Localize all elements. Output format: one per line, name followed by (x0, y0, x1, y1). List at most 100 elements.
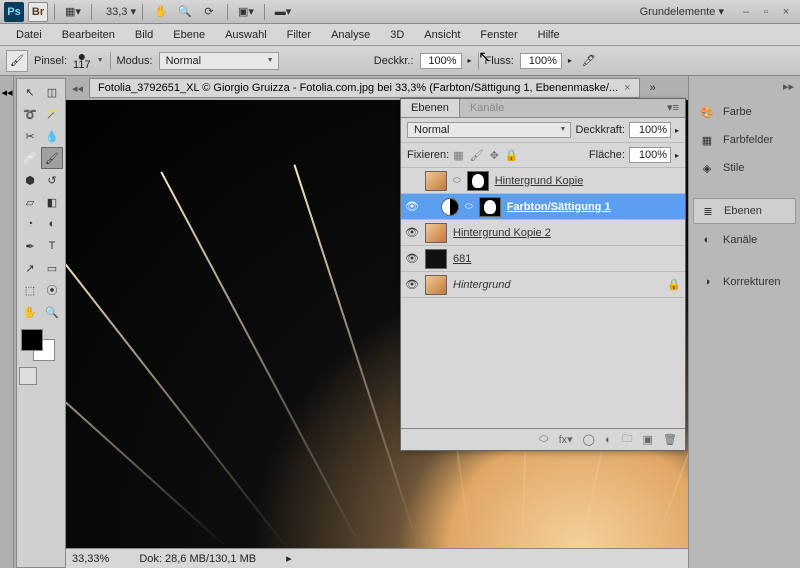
visibility-icon[interactable]: 👁 (405, 278, 419, 291)
hand-tool-icon[interactable]: ✋ (19, 301, 41, 323)
dock-channels[interactable]: ◐Kanäle (689, 226, 800, 254)
close-icon[interactable]: × (778, 5, 794, 19)
hand-icon[interactable]: ✋ (149, 2, 173, 22)
shape-tool-icon[interactable]: ▭ (41, 257, 63, 279)
airbrush-icon[interactable]: 🖊 (578, 50, 600, 72)
layers-panel[interactable]: Ebenen Kanäle ▾≡ Normal Deckkraft: 100% … (400, 98, 686, 451)
stamp-tool-icon[interactable]: ⬢ (19, 169, 41, 191)
bridge-icon[interactable]: Br (28, 2, 48, 22)
dock-swatches[interactable]: ▦Farbfelder (689, 126, 800, 154)
mask-thumb-icon[interactable] (479, 197, 501, 217)
status-flyout-icon[interactable]: ▸ (286, 552, 292, 565)
minimize-icon[interactable]: – (738, 5, 754, 19)
opacity-field[interactable]: 100% (420, 53, 462, 69)
path-tool-icon[interactable]: ↗ (19, 257, 41, 279)
visibility-icon[interactable]: 👁 (405, 200, 419, 213)
visibility-icon[interactable]: 👁 (405, 226, 419, 239)
history-brush-tool-icon[interactable]: ↺ (41, 169, 63, 191)
menu-datei[interactable]: Datei (6, 26, 52, 44)
screenmode-icon[interactable]: ▬▾ (271, 2, 295, 22)
menu-3d[interactable]: 3D (380, 26, 414, 44)
mask-thumb-icon[interactable] (467, 171, 489, 191)
pen-tool-icon[interactable]: ✒ (19, 235, 41, 257)
film-icon[interactable]: ▦▾ (61, 2, 85, 22)
adjustment-icon[interactable]: ◐ (605, 434, 612, 446)
visibility-icon[interactable]: 👁 (405, 252, 419, 265)
lock-position-icon[interactable]: ✥ (490, 149, 499, 162)
document-tab[interactable]: Fotolia_3792651_XL © Giorgio Gruizza - F… (89, 78, 640, 98)
fx-icon[interactable]: fx▾ (559, 433, 573, 446)
heal-tool-icon[interactable]: 🩹 (19, 147, 41, 169)
menu-bearbeiten[interactable]: Bearbeiten (52, 26, 125, 44)
menu-bild[interactable]: Bild (125, 26, 163, 44)
ps-app-icon[interactable]: Ps (4, 2, 24, 22)
flow-flyout-icon[interactable]: ▸ (568, 56, 572, 65)
quickselect-tool-icon[interactable]: 🪄 (41, 103, 63, 125)
layer-name[interactable]: Hintergrund Kopie (495, 175, 584, 187)
new-layer-icon[interactable]: ▣ (643, 433, 653, 446)
type-tool-icon[interactable]: T (41, 235, 63, 257)
menu-analyse[interactable]: Analyse (321, 26, 380, 44)
blur-tool-icon[interactable]: ◔ (19, 213, 41, 235)
link-icon[interactable]: ⬭ (539, 433, 548, 446)
chevron-down-icon[interactable]: ▼ (97, 57, 104, 64)
layer-name[interactable]: 681 (453, 253, 471, 265)
layer-name[interactable]: Hintergrund (453, 279, 510, 291)
panel-menu-icon[interactable]: ▾≡ (661, 99, 685, 117)
dock-collapse-icon[interactable]: ▸▸ (783, 80, 794, 93)
layer-row[interactable]: 👁⬭Farbton/Sättigung 1 (401, 194, 685, 220)
close-tab-icon[interactable]: × (624, 82, 630, 94)
eyedropper-tool-icon[interactable]: 💧 (41, 125, 63, 147)
collapse-nub-icon[interactable]: ◂◂ (2, 86, 12, 96)
menu-ansicht[interactable]: Ansicht (414, 26, 470, 44)
lock-transparent-icon[interactable]: ▦ (453, 149, 463, 162)
fg-color-swatch[interactable] (21, 329, 43, 351)
eraser-tool-icon[interactable]: ▱ (19, 191, 41, 213)
rotate-icon[interactable]: ⟳ (197, 2, 221, 22)
layer-row[interactable]: 👁Hintergrund🔒 (401, 272, 685, 298)
fill-arrow-icon[interactable]: ▸ (675, 151, 679, 160)
opacity-arrow-icon[interactable]: ▸ (675, 126, 679, 135)
layer-name[interactable]: Hintergrund Kopie 2 (453, 227, 551, 239)
move-tool-icon[interactable]: ↖ (19, 81, 41, 103)
menu-ebene[interactable]: Ebene (163, 26, 215, 44)
blend-mode-dropdown[interactable]: Normal (159, 52, 279, 70)
gradient-tool-icon[interactable]: ◧ (41, 191, 63, 213)
lock-all-icon[interactable]: 🔒 (505, 149, 519, 162)
lasso-tool-icon[interactable]: ➰ (19, 103, 41, 125)
tab-layers[interactable]: Ebenen (401, 99, 460, 117)
layer-thumb-icon[interactable] (425, 223, 447, 243)
dock-adjustments[interactable]: ◑Korrekturen (689, 268, 800, 296)
flow-field[interactable]: 100% (520, 53, 562, 69)
tool-preset-icon[interactable]: 🖌 (6, 50, 28, 72)
group-icon[interactable]: 🗀 (622, 430, 633, 449)
zoom-level[interactable]: 33,3 ▾ (106, 5, 136, 18)
workspace-switcher[interactable]: Grundelemente ▾ (640, 5, 724, 18)
zoom-icon[interactable]: 🔍 (173, 2, 197, 22)
3d-tool-icon[interactable]: ⬚ (19, 279, 41, 301)
mask-icon[interactable]: ◯ (583, 433, 595, 446)
layer-row[interactable]: ⬭Hintergrund Kopie (401, 168, 685, 194)
dock-layers[interactable]: ≣Ebenen (693, 198, 796, 224)
layer-opacity-field[interactable]: 100% (629, 122, 671, 138)
dodge-tool-icon[interactable]: ◐ (41, 213, 63, 235)
lock-pixels-icon[interactable]: 🖌 (470, 149, 484, 162)
layer-thumb-icon[interactable] (425, 249, 447, 269)
status-zoom[interactable]: 33,33% (72, 553, 109, 565)
layer-row[interactable]: 👁 Hintergrund Kopie 2 (401, 220, 685, 246)
3dcam-tool-icon[interactable]: ⦿ (41, 279, 63, 301)
tab-channels[interactable]: Kanäle (460, 99, 514, 117)
tab-overflow-icon[interactable]: » (646, 80, 660, 96)
menu-fenster[interactable]: Fenster (470, 26, 527, 44)
tab-nub-left-icon[interactable]: ◂◂ (72, 82, 83, 95)
dock-styles[interactable]: ◈Stile (689, 154, 800, 182)
color-swatches[interactable] (19, 327, 63, 363)
arrange-icon[interactable]: ▣▾ (234, 2, 258, 22)
zoom-tool-icon[interactable]: 🔍 (41, 301, 63, 323)
quickmask-icon[interactable] (19, 367, 37, 385)
layer-row[interactable]: 👁 681 (401, 246, 685, 272)
delete-icon[interactable]: 🗑 (663, 433, 677, 446)
menu-auswahl[interactable]: Auswahl (215, 26, 277, 44)
layer-thumb-icon[interactable] (425, 275, 447, 295)
marquee-tool-icon[interactable]: ◫ (41, 81, 63, 103)
